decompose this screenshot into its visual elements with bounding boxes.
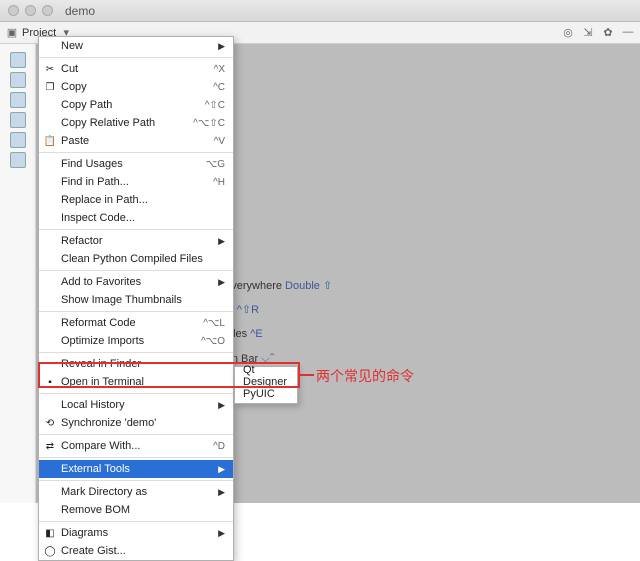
menu-reformat[interactable]: Reformat Code^⌥L xyxy=(39,314,233,332)
menu-find-usages[interactable]: Find Usages⌥G xyxy=(39,155,233,173)
menu-create-gist[interactable]: ◯Create Gist... xyxy=(39,542,233,560)
menu-pyuic[interactable]: PyUIC xyxy=(235,385,297,403)
tree-node[interactable] xyxy=(10,52,26,68)
menu-diagrams[interactable]: ◧Diagrams▶ xyxy=(39,524,233,542)
annotation-line xyxy=(300,374,314,376)
menu-refactor[interactable]: Refactor▶ xyxy=(39,232,233,250)
menu-replace-in-path[interactable]: Replace in Path... xyxy=(39,191,233,209)
copy-icon: ❐ xyxy=(43,82,57,93)
collapse-icon[interactable]: ⇲ xyxy=(582,26,594,39)
shortcut: Double ⇧ xyxy=(285,280,332,292)
paste-icon: 📋 xyxy=(43,136,57,147)
menu-remove-bom[interactable]: Remove BOM xyxy=(39,501,233,519)
menu-open-terminal[interactable]: ▪Open in Terminal xyxy=(39,373,233,391)
menu-cut[interactable]: ✂Cut^X xyxy=(39,60,233,78)
menu-inspect[interactable]: Inspect Code... xyxy=(39,209,233,227)
menu-new[interactable]: New▶ xyxy=(39,37,233,55)
gear-icon[interactable]: ✿ xyxy=(602,26,614,39)
menu-external-tools[interactable]: External Tools▶ xyxy=(39,460,233,478)
menu-mark-dir[interactable]: Mark Directory as▶ xyxy=(39,483,233,501)
menu-copy[interactable]: ❐Copy^C xyxy=(39,78,233,96)
sync-icon: ⟲ xyxy=(43,418,57,429)
menu-compare[interactable]: ⇄Compare With...^D xyxy=(39,437,233,455)
traffic-light-close[interactable] xyxy=(8,5,19,16)
window-titlebar: demo xyxy=(0,0,640,22)
diagram-icon: ◧ xyxy=(43,528,57,539)
submenu-external-tools: Qt Designer PyUIC xyxy=(234,366,298,404)
menu-opt-imports[interactable]: Optimize Imports^⌥O xyxy=(39,332,233,350)
context-menu: New▶ ✂Cut^X ❐Copy^C Copy Path^⇧C Copy Re… xyxy=(38,36,234,561)
scissors-icon: ✂ xyxy=(43,64,57,75)
compare-icon: ⇄ xyxy=(43,441,57,452)
menu-copy-path[interactable]: Copy Path^⇧C xyxy=(39,96,233,114)
target-icon[interactable]: ◎ xyxy=(562,26,574,39)
menu-synchronize[interactable]: ⟲Synchronize 'demo' xyxy=(39,414,233,432)
github-icon: ◯ xyxy=(43,546,57,557)
tree-node[interactable] xyxy=(10,152,26,168)
folder-icon: ▣ xyxy=(6,26,18,39)
annotation-text: 两个常见的命令 xyxy=(316,366,414,386)
window-title: demo xyxy=(65,4,95,18)
tree-node[interactable] xyxy=(10,112,26,128)
menu-show-thumbs[interactable]: Show Image Thumbnails xyxy=(39,291,233,309)
menu-copy-rel[interactable]: Copy Relative Path^⌥⇧C xyxy=(39,114,233,132)
shortcut: ⌵⌃ xyxy=(261,353,275,365)
menu-add-fav[interactable]: Add to Favorites▶ xyxy=(39,273,233,291)
menu-clean-py[interactable]: Clean Python Compiled Files xyxy=(39,250,233,268)
hide-icon[interactable]: — xyxy=(622,26,634,39)
traffic-light-max[interactable] xyxy=(42,5,53,16)
shortcut: ^E xyxy=(250,328,263,340)
menu-qt-designer[interactable]: Qt Designer xyxy=(235,367,297,385)
menu-local-history[interactable]: Local History▶ xyxy=(39,396,233,414)
tree-node[interactable] xyxy=(10,92,26,108)
menu-reveal[interactable]: Reveal in Finder xyxy=(39,355,233,373)
traffic-light-min[interactable] xyxy=(25,5,36,16)
project-tree[interactable] xyxy=(0,44,36,503)
menu-paste[interactable]: 📋Paste^V xyxy=(39,132,233,150)
tree-node[interactable] xyxy=(10,72,26,88)
menu-find-in-path[interactable]: Find in Path...^H xyxy=(39,173,233,191)
shortcut: ^⇧R xyxy=(237,304,259,316)
tree-node[interactable] xyxy=(10,132,26,148)
terminal-icon: ▪ xyxy=(43,377,57,388)
